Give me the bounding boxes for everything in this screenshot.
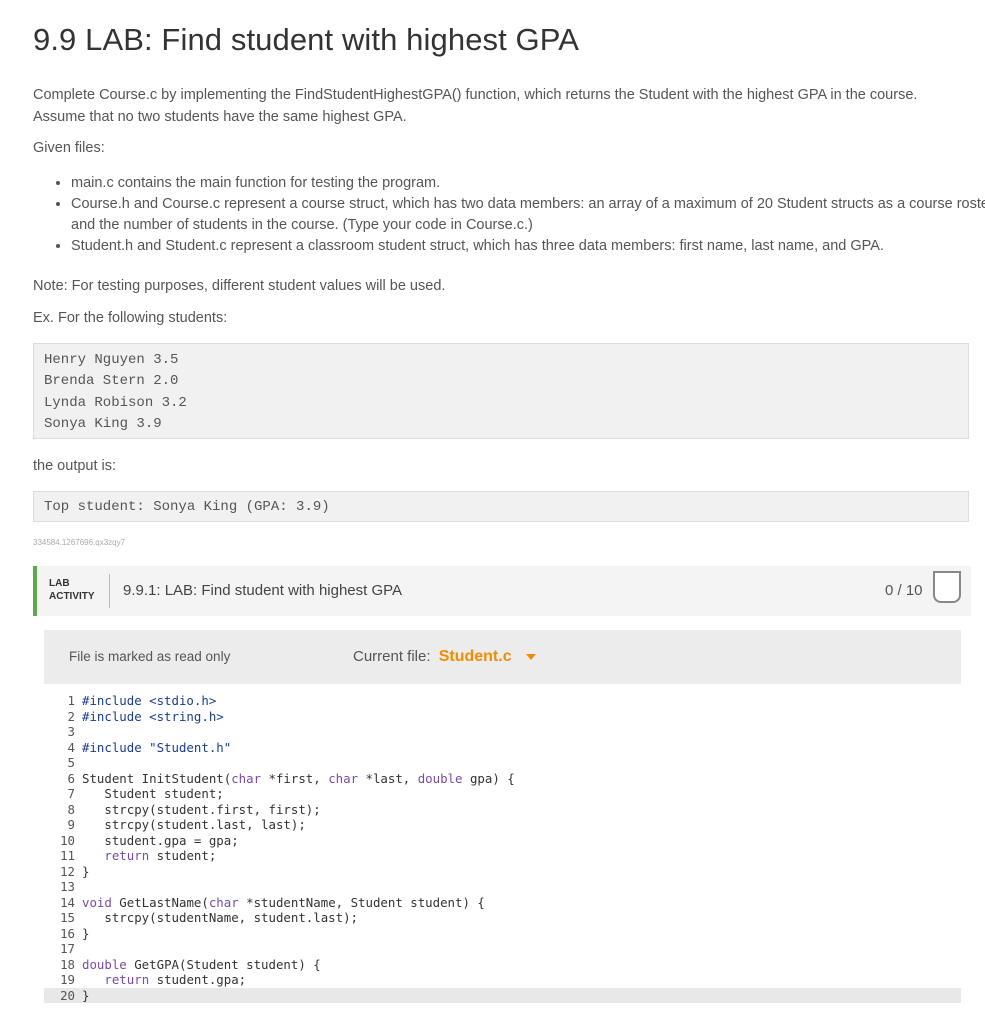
code-line[interactable]: 7 Student student; [44, 786, 961, 802]
line-number: 16 [60, 925, 75, 941]
code-text[interactable]: void GetLastName(char *studentName, Stud… [82, 895, 485, 910]
readonly-notice: File is marked as read only [69, 649, 231, 664]
example-input-line: Lynda Robison 3.2 [44, 394, 187, 411]
line-number: 11 [60, 848, 75, 863]
code-line[interactable]: 1 #include <stdio.h> [44, 693, 961, 709]
completion-badge-icon [933, 571, 961, 603]
code-text[interactable]: Student InitStudent(char *first, char *l… [82, 771, 515, 786]
code-line[interactable]: 5 [44, 755, 961, 771]
example-input-box: Henry Nguyen 3.5 Brenda Stern 2.0 Lynda … [33, 343, 969, 439]
code-text[interactable]: #include <string.h> [82, 709, 224, 724]
code-line[interactable]: 15 strcpy(studentName, student.last); [44, 910, 961, 926]
code-line[interactable]: 9 strcpy(student.last, last); [44, 817, 961, 833]
code-text[interactable]: return student; [82, 848, 216, 863]
code-line[interactable]: 6 Student InitStudent(char *first, char *… [44, 771, 961, 787]
line-number: 1 [67, 693, 75, 708]
note-text: Note: For testing purposes, different st… [33, 278, 446, 294]
page-title: 9.9 LAB: Find student with highest GPA [33, 22, 580, 57]
code-line[interactable]: 17 [44, 941, 961, 957]
divider [109, 574, 110, 608]
code-editor-panel: File is marked as read only Current file… [44, 630, 961, 1024]
code-text[interactable]: strcpy(studentName, student.last); [82, 910, 358, 925]
lab-activity-tag: LAB ACTIVITY [49, 577, 95, 603]
list-item: Course.h and Course.c represent a course… [71, 194, 985, 236]
editor-toolbar: File is marked as read only Current file… [44, 630, 961, 684]
example-input-line: Henry Nguyen 3.5 [44, 352, 179, 368]
chevron-down-icon[interactable] [525, 654, 536, 661]
line-number: 17 [60, 941, 75, 956]
example-output-box: Top student: Sonya King (GPA: 3.9) [33, 491, 969, 522]
code-line[interactable]: 19 return student.gpa; [44, 972, 961, 988]
code-area[interactable]: 1 #include <stdio.h> 2 #include <string.h> 3… [44, 684, 961, 1024]
code-text[interactable]: #include "Student.h" [82, 740, 231, 755]
line-number: 18 [60, 956, 75, 972]
code-line[interactable]: 18 double GetGPA(Student student) { [44, 957, 961, 973]
code-line[interactable]: 4 #include "Student.h" [44, 740, 961, 756]
example-label: Ex. For the following students: [33, 310, 228, 326]
content-id: 334584.1267696.qx3zqy7 [33, 538, 126, 547]
code-text[interactable]: double GetGPA(Student student) { [82, 957, 321, 972]
line-number: 15 [60, 910, 75, 925]
code-text[interactable]: } [82, 926, 89, 941]
list-item: main.c contains the main function for te… [71, 173, 985, 194]
lab-title: 9.9.1: LAB: Find student with highest GP… [123, 582, 403, 599]
line-number: 10 [60, 832, 75, 848]
current-file-label: Current file: [353, 648, 431, 665]
line-number: 19 [60, 972, 75, 987]
output-label: the output is: [33, 458, 117, 474]
code-text[interactable]: } [82, 988, 89, 1003]
line-number: 4 [67, 739, 75, 755]
line-number: 12 [60, 863, 75, 879]
line-number: 6 [67, 770, 75, 786]
code-line[interactable]: 14 void GetLastName(char *studentName, St… [44, 895, 961, 911]
line-number: 5 [67, 755, 75, 770]
code-line[interactable]: 10 student.gpa = gpa; [44, 833, 961, 849]
line-number: 3 [67, 724, 75, 739]
code-text[interactable]: Student student; [82, 786, 223, 801]
code-line[interactable]: 2 #include <string.h> [44, 709, 961, 725]
given-files-list: main.c contains the main function for te… [33, 173, 985, 257]
line-number: 9 [67, 817, 75, 832]
line-number: 2 [67, 708, 75, 724]
current-file-selector[interactable]: Current file: Student.c [353, 648, 536, 666]
line-number: 13 [60, 879, 75, 894]
line-number: 14 [60, 894, 75, 910]
current-file-name[interactable]: Student.c [439, 648, 512, 665]
code-text[interactable]: student.gpa = gpa; [82, 833, 238, 848]
code-line[interactable]: 11 return student; [44, 848, 961, 864]
example-input-line: Sonya King 3.9 [44, 415, 162, 432]
line-number: 7 [67, 786, 75, 801]
code-lines[interactable]: 1 #include <stdio.h> 2 #include <string.h> 3… [44, 693, 961, 1003]
lab-score: 0 / 10 [885, 582, 923, 599]
lab-tag-line2: ACTIVITY [49, 591, 95, 602]
code-text[interactable]: strcpy(student.last, last); [82, 817, 305, 832]
given-files-label: Given files: [33, 140, 105, 156]
code-text[interactable]: return student.gpa; [82, 972, 246, 987]
example-input-line: Brenda Stern 2.0 [44, 373, 179, 390]
code-text[interactable]: strcpy(student.first, first); [82, 802, 320, 817]
code-line[interactable]: 13 [44, 879, 961, 895]
list-item: Student.h and Student.c represent a clas… [71, 236, 985, 257]
code-line[interactable]: 8 strcpy(student.first, first); [44, 802, 961, 818]
line-number: 8 [67, 801, 75, 817]
lab-tag-line1: LAB [49, 578, 70, 589]
line-number: 20 [60, 987, 75, 1003]
example-output-line: Top student: Sonya King (GPA: 3.9) [44, 499, 330, 515]
code-line[interactable]: 3 [44, 724, 961, 740]
code-text[interactable]: #include <stdio.h> [82, 693, 216, 708]
lab-activity-header: LAB ACTIVITY 9.9.1: LAB: Find student wi… [33, 566, 971, 616]
code-line[interactable]: 12} [44, 864, 961, 880]
intro-paragraph: Complete Course.c by implementing the Fi… [33, 87, 918, 125]
code-text[interactable]: } [82, 864, 89, 879]
code-line[interactable]: 20} [44, 987, 961, 1003]
code-line[interactable]: 16} [44, 926, 961, 942]
